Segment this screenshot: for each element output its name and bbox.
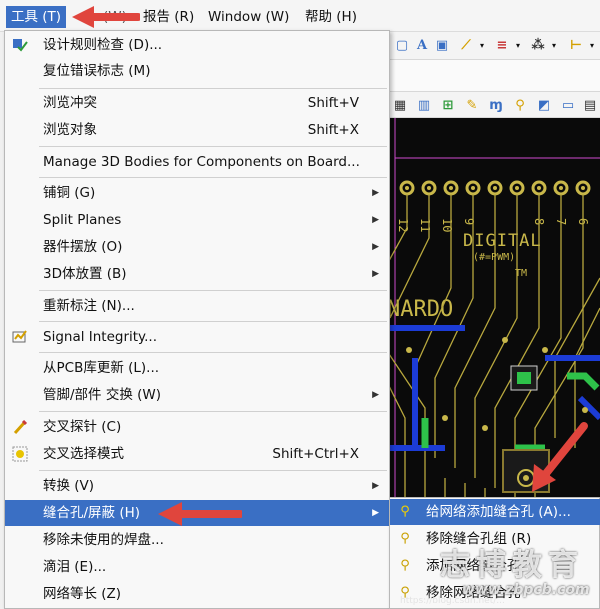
via-stitch-icon: ⚲: [400, 531, 410, 546]
menu-separator: [39, 290, 387, 291]
silk-digital-label: DIGITAL: [463, 231, 542, 251]
chevron-down-icon[interactable]: ▾: [473, 37, 491, 55]
menu-item-split-planes[interactable]: Split Planes ▶: [5, 207, 389, 233]
cross-select-icon: [12, 446, 28, 462]
menu-item-signal-integrity[interactable]: Signal Integrity...: [5, 324, 389, 350]
menu-separator: [39, 146, 387, 147]
tune-length-icon[interactable]: ɱ: [487, 97, 505, 115]
menu-separator: [39, 88, 387, 89]
annotation-arrow-tools: [72, 6, 140, 28]
toolbar-top: ▢ A ▣ ⟋ ▾ ≡ ▾ ⁂ ▾ ⊢ ▾: [385, 32, 600, 60]
toolbar-bottom: ▦ ▥ ⊞ ✎ ɱ ⚲ ◩ ▭ ▤: [385, 92, 600, 118]
menu-tools[interactable]: 工具 (T): [6, 6, 67, 28]
submenu-arrow-icon: ▶: [372, 242, 379, 252]
watermark-credit: https://blog.csdn.net/...: [400, 596, 505, 606]
menu-item-polygon-pours[interactable]: 铺铜 (G) ▶: [5, 180, 389, 206]
submenu-arrow-icon: ▶: [372, 269, 379, 279]
chart-icon[interactable]: ▥: [415, 97, 433, 115]
submenu-arrow-icon: ▶: [372, 215, 379, 225]
menu-item-component-placement[interactable]: 器件摆放 (O) ▶: [5, 234, 389, 260]
interactive-route-icon[interactable]: ✎: [463, 97, 481, 115]
menu-item-convert[interactable]: 转换 (V) ▶: [5, 473, 389, 499]
menu-item-browse-violations[interactable]: 浏览冲突 Shift+V: [5, 90, 389, 116]
drc-check-icon: [12, 37, 28, 53]
annotation-arrow-submenu: [532, 422, 588, 492]
menu-item-cross-select-mode[interactable]: 交叉选择模式 Shift+Ctrl+X: [5, 441, 389, 467]
more-icon[interactable]: ▤: [581, 97, 599, 115]
menu-separator: [39, 321, 387, 322]
via-stitch-icon: ⚲: [400, 504, 410, 519]
silk-pwm-label: (#=PWM): [473, 252, 515, 263]
menu-item-design-rule-check[interactable]: 设计规则检查 (D)...: [5, 32, 389, 58]
via-icon[interactable]: ⚲: [511, 97, 529, 115]
menu-item-cross-probe[interactable]: 交叉探针 (C): [5, 414, 389, 440]
menu-item-manage-3d-bodies[interactable]: Manage 3D Bodies for Components on Board…: [5, 149, 389, 175]
menu-item-re-annotate[interactable]: 重新标注 (N)...: [5, 293, 389, 319]
menu-item-remove-unused-pads[interactable]: 移除未使用的焊盘...: [5, 527, 389, 553]
menu-separator: [39, 470, 387, 471]
menu-help[interactable]: 帮助 (H): [300, 6, 362, 28]
submenu-item-add-stitching-to-net[interactable]: ⚲ 给网络添加缝合孔 (A)...: [390, 499, 600, 525]
menu-separator: [39, 177, 387, 178]
submenu-arrow-icon: ▶: [372, 481, 379, 491]
chevron-down-icon[interactable]: ▾: [509, 37, 527, 55]
menu-item-3d-body-placement[interactable]: 3D体放置 (B) ▶: [5, 261, 389, 287]
fill-icon[interactable]: ▭: [559, 97, 577, 115]
menu-item-teardrops[interactable]: 滴泪 (E)...: [5, 554, 389, 580]
signal-integrity-icon: [12, 329, 28, 345]
menu-item-net-length-tuning[interactable]: 网络等长 (Z): [5, 581, 389, 607]
submenu-arrow-icon: ▶: [372, 390, 379, 400]
menu-separator: [39, 411, 387, 412]
chevron-down-icon[interactable]: ▾: [583, 37, 600, 55]
route-icon[interactable]: ⊞: [439, 97, 457, 115]
polygon-icon[interactable]: ◩: [535, 97, 553, 115]
rectangle-icon[interactable]: ▢: [393, 37, 411, 55]
menu-separator: [39, 352, 387, 353]
text-icon[interactable]: A: [413, 37, 431, 55]
menu-item-browse-objects[interactable]: 浏览对象 Shift+X: [5, 117, 389, 143]
menu-window[interactable]: Window (W): [203, 6, 294, 28]
silk-nardo-label: NARDO: [387, 297, 453, 322]
frame-icon[interactable]: ▣: [433, 37, 451, 55]
pin-label: 11: [418, 218, 432, 232]
via-stitch-icon: ⚲: [400, 558, 410, 573]
menu-item-reset-error-marks[interactable]: 复位错误标志 (M): [5, 58, 389, 84]
select-icon[interactable]: ▦: [391, 97, 409, 115]
submenu-arrow-icon: ▶: [372, 188, 379, 198]
watermark-logo: 志博教育: [440, 548, 584, 583]
menu-item-pin-part-swapping[interactable]: 管脚/部件 交换 (W) ▶: [5, 382, 389, 408]
menu-item-update-from-pcb-library[interactable]: 从PCB库更新 (L)...: [5, 355, 389, 381]
pin-label: 10: [440, 218, 454, 232]
document-tab-bar: [385, 60, 600, 92]
pin-label: 12: [396, 218, 410, 232]
submenu-arrow-icon: ▶: [372, 508, 379, 518]
pin-label: 9: [462, 218, 476, 225]
menu-reports[interactable]: 报告 (R): [138, 6, 199, 28]
annotation-arrow-via-stitching: [158, 502, 242, 526]
cross-probe-icon: [12, 419, 28, 435]
chevron-down-icon[interactable]: ▾: [545, 37, 563, 55]
